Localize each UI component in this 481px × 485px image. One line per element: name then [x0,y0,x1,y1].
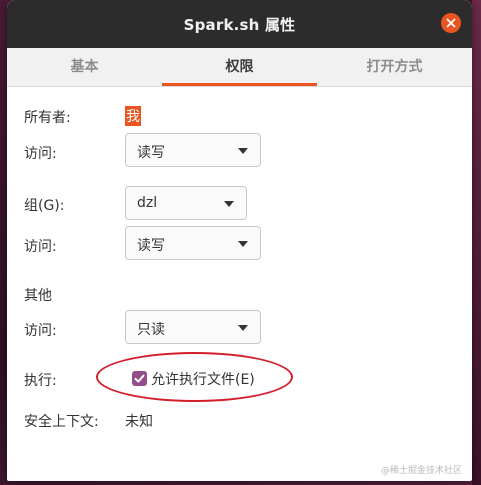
others-label: 其他 [24,288,52,304]
allow-execute-checkbox[interactable] [132,371,147,386]
group-dropdown[interactable]: dzl [125,186,247,220]
owner-access-value: 读写 [137,145,165,161]
owner-value: 我 [125,106,141,126]
owner-access-dropdown[interactable]: 读写 [125,133,261,167]
watermark: @稀土掘金技术社区 [380,466,462,476]
owner-label: 所有者: [24,110,71,126]
security-context-value: 未知 [125,414,153,430]
security-context-label: 安全上下文: [24,414,99,430]
chevron-down-icon [224,201,234,207]
close-button[interactable] [441,13,461,33]
group-access-label: 访问: [24,239,57,255]
tab-open-with[interactable]: 打开方式 [317,48,472,86]
tab-basic[interactable]: 基本 [7,48,162,86]
tab-permissions[interactable]: 权限 [162,48,317,86]
others-access-label: 访问: [24,323,57,339]
tab-bar: 基本 权限 打开方式 [7,48,472,87]
others-access-dropdown[interactable]: 只读 [125,310,261,344]
chevron-down-icon [238,325,248,331]
chevron-down-icon [238,148,248,154]
group-label: 组(G): [24,198,65,214]
others-access-value: 只读 [137,322,165,338]
execute-label: 执行: [24,373,57,389]
close-icon [446,18,456,28]
title-bar[interactable]: Spark.sh 属性 [7,0,472,48]
allow-execute-label[interactable]: 允许执行文件(E) [151,369,255,389]
group-access-dropdown[interactable]: 读写 [125,226,261,260]
group-access-value: 读写 [137,238,165,254]
checkmark-icon [134,374,145,383]
properties-dialog: Spark.sh 属性 基本 权限 打开方式 所有者: 我 访问: 读写 组(G… [7,0,472,481]
group-value: dzl [137,195,158,211]
owner-access-label: 访问: [24,146,57,162]
desktop-edge [472,0,481,485]
window-title: Spark.sh 属性 [183,16,296,34]
chevron-down-icon [238,241,248,247]
